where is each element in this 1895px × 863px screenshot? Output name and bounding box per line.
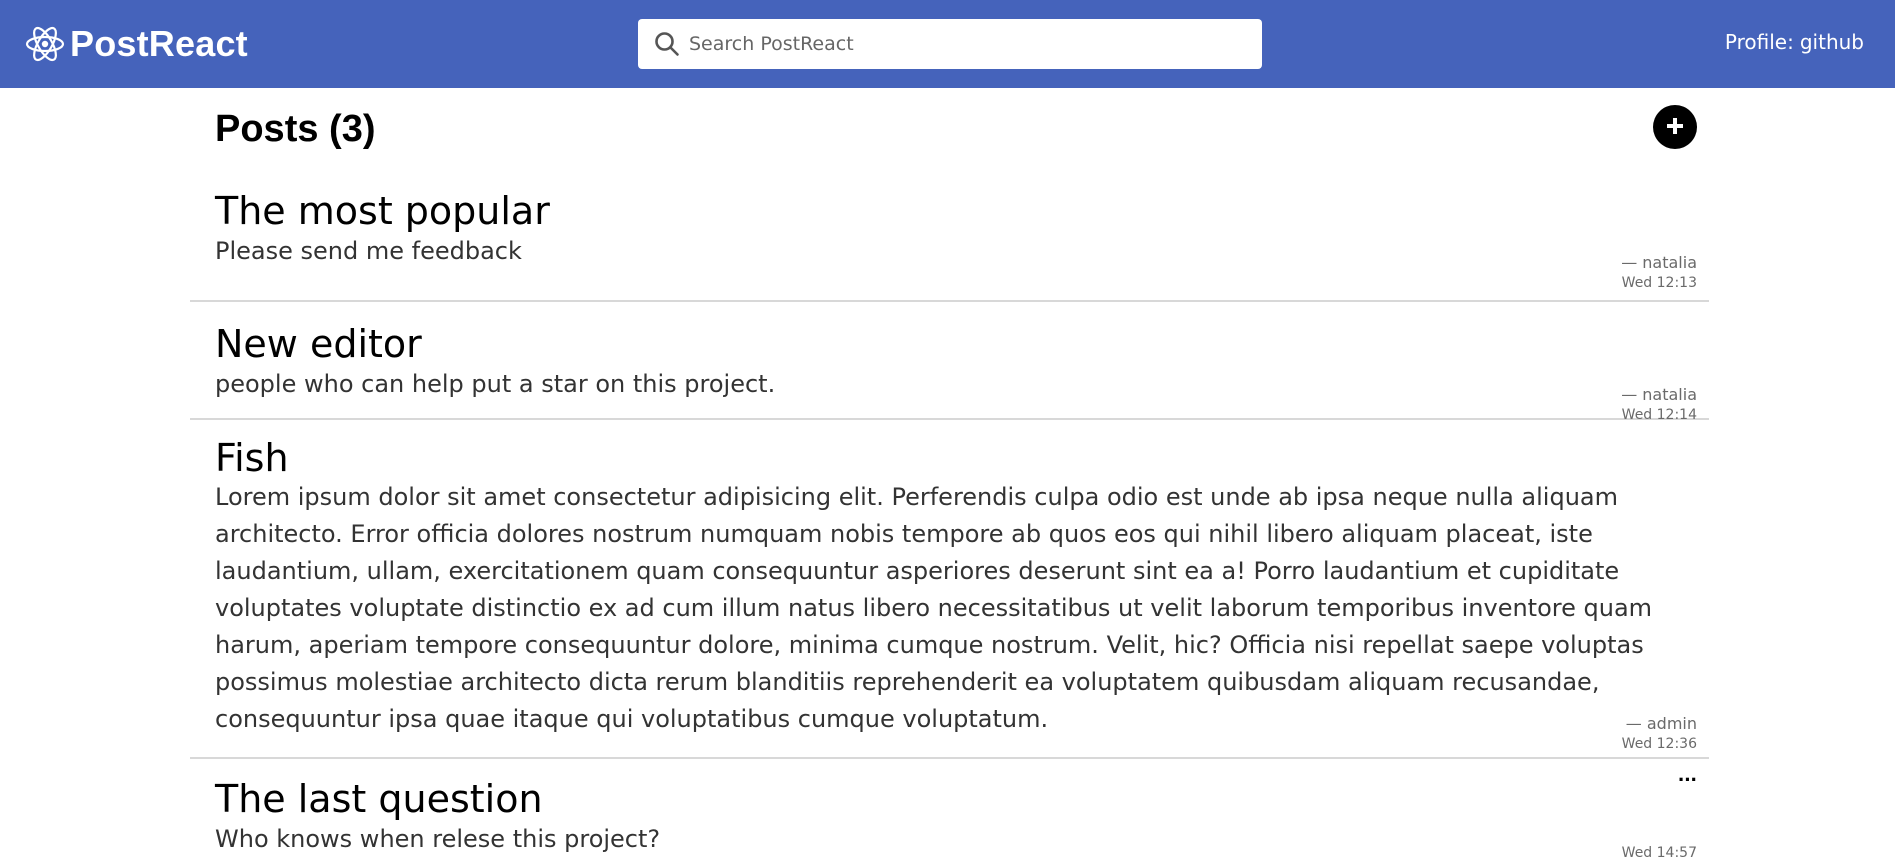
post-title[interactable]: The last question [215,777,543,821]
post-meta: — admin Wed 12:36 [1622,714,1697,754]
post-timestamp: Wed 12:36 [1621,736,1697,752]
post-meta: — natalia Wed 12:13 [1621,253,1697,293]
post-item[interactable]: The most popular Please send me feedback… [190,189,1709,302]
profile-name: github [1799,30,1864,54]
brand-name: PostReact [70,23,248,64]
post-meta: — natalia Wed 12:14 [1621,385,1697,425]
page-title: Posts (3) [215,108,376,150]
profile-label: Profile: [1724,30,1794,54]
post-meta: Wed 14:57 [1622,843,1697,863]
post-body: Who knows when relese this project? [215,825,661,853]
more-options-button[interactable]: ··· [1678,769,1698,791]
post-author: — natalia [1621,385,1697,404]
post-title[interactable]: New editor [215,322,422,366]
post-timestamp: Wed 12:13 [1621,275,1697,291]
post-title[interactable]: The most popular [215,189,550,233]
post-item[interactable]: New editor people who can help put a sta… [190,302,1709,423]
post-author: — admin [1625,714,1697,733]
search-icon [653,30,681,58]
top-navbar: PostReact Profile: github [0,0,1895,88]
plus-icon [1664,115,1686,140]
post-title[interactable]: Fish [215,436,289,480]
react-atom-icon [24,23,66,65]
post-item[interactable]: ··· The last question Who knows when rel… [190,759,1709,863]
search-bar [638,19,1262,69]
profile-link[interactable]: Profile: github [1725,30,1864,54]
add-post-button[interactable] [1653,105,1697,149]
brand-link[interactable]: PostReact [24,22,248,66]
post-body: people who can help put a star on this p… [215,370,776,398]
post-body: Lorem ipsum dolor sit amet consectetur a… [215,483,1653,733]
post-item[interactable]: Fish Lorem ipsum dolor sit amet consecte… [190,420,1709,759]
post-timestamp: Wed 14:57 [1621,845,1697,861]
search-input[interactable] [689,24,1249,64]
post-author: — natalia [1621,253,1697,272]
post-body: Please send me feedback [215,237,522,265]
